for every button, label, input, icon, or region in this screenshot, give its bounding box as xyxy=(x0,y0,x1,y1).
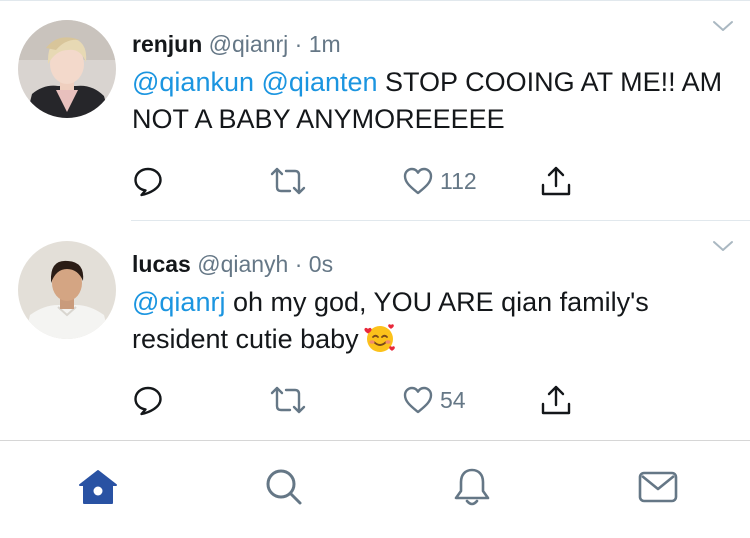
tab-search[interactable] xyxy=(262,465,306,509)
like-button[interactable]: 54 xyxy=(402,383,466,417)
retweet-icon xyxy=(270,386,306,414)
like-button[interactable]: 112 xyxy=(402,164,477,198)
avatar[interactable] xyxy=(18,20,116,118)
timeline-screen: renjun @qianrj · 1m @qiankun @qianten ST… xyxy=(0,0,750,538)
retweet-button[interactable] xyxy=(270,383,306,417)
separator-dot: · xyxy=(294,31,303,57)
tweet-actions: 54 xyxy=(0,383,750,417)
timestamp[interactable]: 0s xyxy=(309,251,333,277)
user-handle[interactable]: @qianyh xyxy=(197,251,288,277)
avatar[interactable] xyxy=(18,241,116,339)
tweet-divider xyxy=(131,220,750,221)
reply-icon xyxy=(134,386,162,416)
user-handle[interactable]: @qianrj xyxy=(209,31,289,57)
notifications-icon xyxy=(454,468,490,506)
heart-icon xyxy=(403,386,433,414)
retweet-icon xyxy=(270,167,306,195)
reply-icon xyxy=(134,167,162,197)
tab-home[interactable] xyxy=(76,465,120,509)
tweet-header: renjun @qianrj · 1m xyxy=(132,30,341,58)
display-name[interactable]: lucas xyxy=(132,251,191,277)
tweet-text: @qiankun @qianten STOP COOING AT ME!! AM… xyxy=(132,64,732,138)
share-icon xyxy=(541,166,571,196)
separator-dot: · xyxy=(294,251,303,277)
retweet-button[interactable] xyxy=(270,164,306,198)
tab-messages[interactable] xyxy=(636,465,680,509)
home-icon xyxy=(79,470,117,504)
tweet-header: lucas @qianyh · 0s xyxy=(132,250,333,278)
bottom-tab-bar xyxy=(0,440,750,538)
mention-link[interactable]: @qianten xyxy=(262,67,378,97)
tweet[interactable]: lucas @qianyh · 0s @qianrj oh my god, YO… xyxy=(0,222,750,440)
like-count: 54 xyxy=(440,386,466,413)
share-button[interactable] xyxy=(540,383,572,417)
share-button[interactable] xyxy=(540,164,572,198)
like-count: 112 xyxy=(440,167,477,194)
chevron-down-icon[interactable] xyxy=(712,240,734,252)
reply-button[interactable] xyxy=(132,383,164,417)
heart-icon xyxy=(403,167,433,195)
search-icon xyxy=(266,469,302,505)
smiling-face-with-hearts-emoji xyxy=(364,324,395,352)
mention-link[interactable]: @qiankun xyxy=(132,67,254,97)
tweet-actions: 112 xyxy=(0,164,750,198)
share-icon xyxy=(541,385,571,415)
display-name[interactable]: renjun xyxy=(132,31,202,57)
chevron-down-icon[interactable] xyxy=(712,20,734,32)
mention-link[interactable]: @qianrj xyxy=(132,287,225,317)
tweet[interactable]: renjun @qianrj · 1m @qiankun @qianten ST… xyxy=(0,0,750,221)
tweet-text: @qianrj oh my god, YOU ARE qian family's… xyxy=(132,284,732,358)
timestamp[interactable]: 1m xyxy=(309,31,341,57)
tab-notifications[interactable] xyxy=(450,465,494,509)
reply-button[interactable] xyxy=(132,164,164,198)
messages-icon xyxy=(638,471,678,503)
